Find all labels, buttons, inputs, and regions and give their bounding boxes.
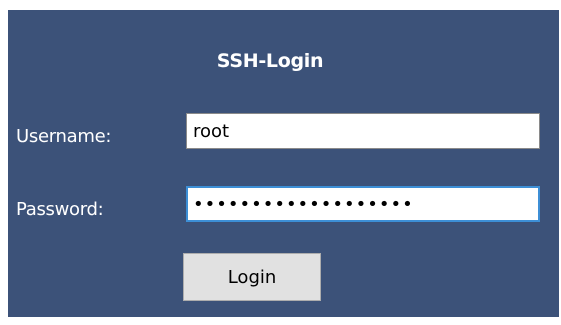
password-input[interactable] xyxy=(186,186,540,222)
login-button[interactable]: Login xyxy=(183,253,321,301)
dialog-title: SSH-Login xyxy=(216,50,324,72)
password-label: Password: xyxy=(16,199,104,220)
ssh-login-panel: SSH-Login Username: Password: Login xyxy=(8,10,559,317)
username-label: Username: xyxy=(16,126,112,147)
username-input[interactable] xyxy=(186,113,540,149)
